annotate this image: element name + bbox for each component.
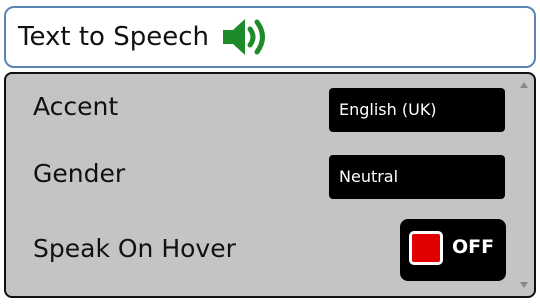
settings-panel: Accent English (UK) Gender Neutral Speak… [4, 72, 536, 298]
gender-select[interactable]: Neutral [329, 155, 505, 199]
scroll-up-icon[interactable] [520, 82, 528, 88]
speak-on-hover-label: Speak On Hover [33, 234, 236, 263]
tts-widget: Text to Speech Accent English (UK) Gende… [0, 0, 540, 304]
accent-label: Accent [33, 92, 119, 121]
scroll-down-icon[interactable] [520, 282, 528, 288]
scroll-thumb[interactable] [521, 94, 527, 274]
toggle-indicator [409, 231, 443, 265]
panel-scrollbar[interactable] [518, 78, 530, 292]
speaker-icon[interactable] [221, 15, 273, 59]
header-title: Text to Speech [18, 22, 209, 52]
tts-header[interactable]: Text to Speech [4, 6, 536, 68]
toggle-state-text: OFF [452, 236, 495, 258]
speak-on-hover-toggle[interactable]: OFF [400, 219, 506, 281]
gender-label: Gender [33, 159, 126, 188]
accent-select[interactable]: English (UK) [329, 88, 505, 132]
